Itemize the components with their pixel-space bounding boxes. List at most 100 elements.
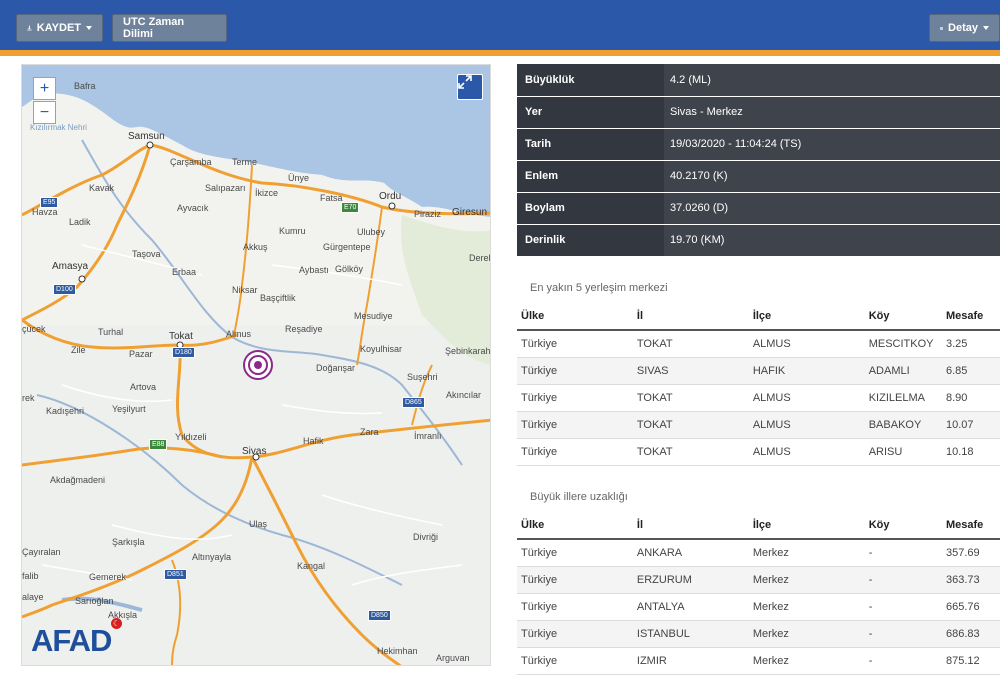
map-label: Bafra [74,81,96,91]
road-shield: E95 [40,197,59,208]
map-label: Şarkışla [112,537,145,547]
map-label: Ulubey [357,227,386,237]
map-label: Niksar [232,285,258,295]
map-label: Mesudiye [354,311,393,321]
map-label: Piraziz [414,209,442,219]
detail-button[interactable]: Detay [929,14,1000,42]
map-label: Hekimhan [377,646,418,656]
table-cell: 686.83 [941,620,1000,648]
map-label: Ladik [69,217,91,227]
earthquake-details: Büyüklük 4.2 (ML) Yer Sivas - Merkez Tarih 19… [517,64,1000,257]
table-cell: BABAKOY [864,411,942,439]
map-label: rek [22,393,35,403]
map-label: Ordu [379,191,402,202]
table-cell: TOKAT [632,411,749,439]
detail-value: 37.0260 (D) [664,192,1000,225]
map-label: Turhal [98,327,124,337]
city-dot-ordu [388,202,396,210]
table-cell: ERZURUM [632,566,749,594]
detail-row: Derinlik 19.70 (KM) [517,224,1000,257]
column-header: Ülke [517,303,633,331]
map-label: Havza [32,207,58,217]
map-label: Akdağmadeni [50,475,106,485]
turkish-flag-icon: ☾ [111,618,122,629]
detail-key: Büyüklük [517,64,664,97]
detail-value: 40.2170 (K) [664,160,1000,193]
table-cell: ALMUS [748,330,865,358]
zoom-out-button[interactable]: − [33,101,56,124]
table-cell: TOKAT [632,330,749,358]
city-dot-samsun [146,141,154,149]
top-toolbar: KAYDET UTC Zaman Dilimi Detay [0,0,1000,56]
map-label: Kadışehri [46,406,85,416]
table-cell: ANTALYA [632,593,749,621]
map-label: Ulaş [249,519,268,529]
table-cell: SIVAS [632,357,749,385]
map-label: Salıpazarı [205,183,246,193]
map-label: Sivas [242,446,267,457]
table-cell: Türkiye [517,539,633,567]
table-cell: ISTANBUL [632,620,749,648]
map-label: Çarşamba [170,157,212,167]
column-header: Mesafe [941,512,1000,540]
chevron-down-icon [86,26,92,30]
timezone-button[interactable]: UTC Zaman Dilimi [112,14,227,42]
map-label: Divriği [413,532,439,542]
major-cities-caption: Büyük illere uzaklığı [530,491,628,503]
table-row: Türkiye TOKAT ALMUS MESCITKOY 3.25 [517,330,1000,358]
map-label: Suşehri [407,372,438,382]
table-cell: Türkiye [517,411,633,439]
map-label: İmranlı [414,431,442,441]
table-cell: TOKAT [632,384,749,412]
table-cell: 8.90 [941,384,1000,412]
epicenter-map[interactable]: Bafra Kızılırmak Nehri Samsun Çarşamba T… [21,64,491,666]
map-label: falib [22,571,39,581]
table-cell: ADAMLI [864,357,942,385]
nearest-settlements-table: Ülke İl İlçe Köy Mesafe Türkiye TOKAT ALMUS MES… [517,303,1000,466]
detail-value: 19.70 (KM) [664,224,1000,257]
map-label: Giresun [452,207,488,218]
map-label: Sarıoğlan [75,596,114,606]
detail-value: 4.2 (ML) [664,64,1000,97]
map-label: Amasya [52,261,89,272]
map-label: Hafik [303,436,324,446]
map-label: Dereli [469,253,491,263]
table-row: Türkiye ISTANBUL Merkez -686.83 [517,620,1000,648]
table-cell: KIZILELMA [864,384,942,412]
table-cell: Türkiye [517,593,633,621]
timezone-button-label: UTC Zaman Dilimi [123,16,185,40]
map-label: Tokat [169,331,193,342]
map-label: Artova [130,382,157,392]
table-cell: IZMIR [632,647,749,675]
table-cell: HAFIK [748,357,865,385]
detail-key: Derinlik [517,224,664,257]
table-cell: - [864,647,942,675]
table-cell: 875.12 [941,647,1000,675]
road-shield: E88 [149,439,168,450]
detail-button-label: Detay [948,22,978,34]
map-label: Aybastı [299,265,329,275]
table-cell: TOKAT [632,438,749,466]
table-cell: Merkez [748,593,865,621]
column-header: İlçe [748,303,865,331]
table-cell: Türkiye [517,330,633,358]
road-shield: D180 [172,347,195,358]
detail-row: Boylam 37.0260 (D) [517,192,1000,225]
table-cell: ALMUS [748,411,865,439]
table-cell: - [864,620,942,648]
road-shield: D865 [402,397,425,408]
map-label: Gölköy [335,264,364,274]
road-shield: D100 [53,284,76,295]
map-label: Kangal [297,561,326,571]
afad-logo: AFAD [31,623,112,658]
fullscreen-button[interactable] [457,74,483,100]
detail-key: Boylam [517,192,664,225]
table-cell: 10.07 [941,411,1000,439]
table-cell: Türkiye [517,647,633,675]
detail-key: Tarih [517,128,664,161]
column-header: Mesafe [941,303,1000,331]
save-button[interactable]: KAYDET [16,14,103,42]
zoom-in-button[interactable]: + [33,77,56,100]
table-cell: 665.76 [941,593,1000,621]
city-dot-amasya [78,275,86,283]
